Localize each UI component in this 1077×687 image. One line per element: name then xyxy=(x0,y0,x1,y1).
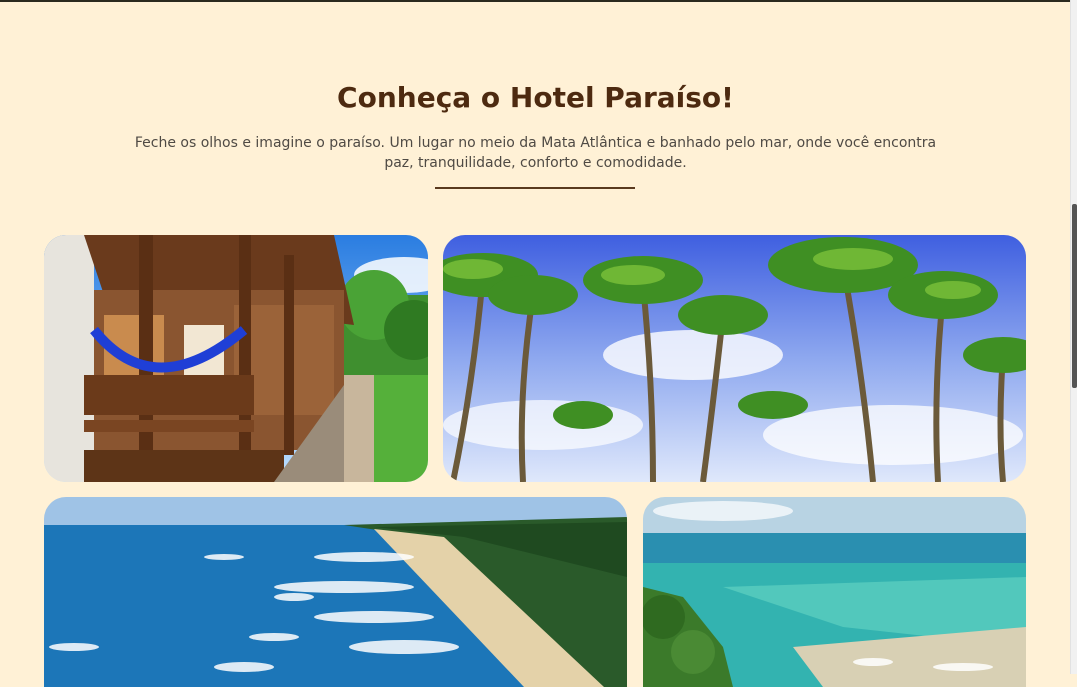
hotel-balcony-image xyxy=(44,235,428,482)
palm-trees-image xyxy=(443,235,1026,482)
title-divider xyxy=(435,187,635,189)
top-border xyxy=(0,0,1071,2)
intro-text: Feche os olhos e imagine o paraíso. Um l… xyxy=(134,135,937,171)
turquoise-sea-image xyxy=(643,497,1026,687)
page-scrollbar[interactable] xyxy=(1070,0,1077,674)
gallery-photo-beach-coastline[interactable] xyxy=(44,497,627,687)
gallery-photo-turquoise-sea[interactable] xyxy=(643,497,1026,687)
beach-coastline-image xyxy=(44,497,627,687)
page-title: Conheça o Hotel Paraíso! xyxy=(337,81,734,114)
scrollbar-thumb[interactable] xyxy=(1072,204,1077,388)
gallery-photo-palm-trees[interactable] xyxy=(443,235,1026,482)
gallery-photo-hotel-balcony[interactable] xyxy=(44,235,428,482)
